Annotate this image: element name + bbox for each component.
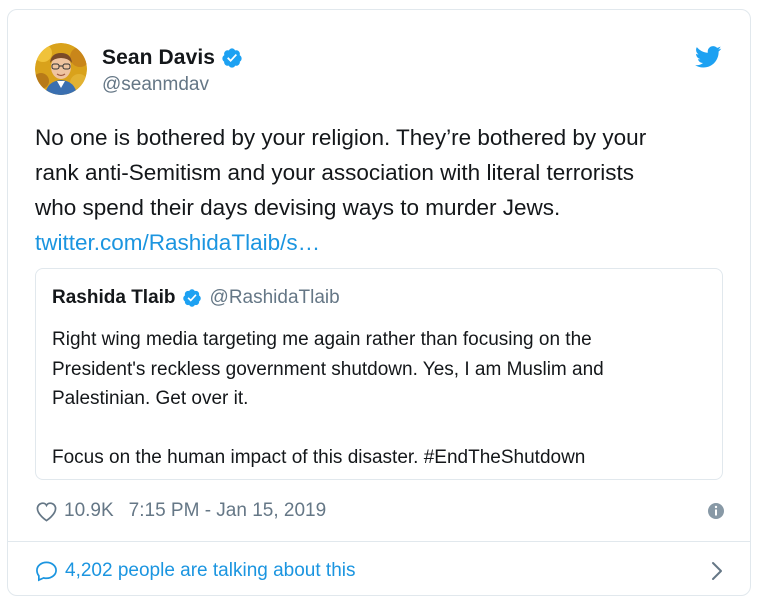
author-handle[interactable]: @seanmdav (102, 74, 209, 96)
tweet-text-line: rank anti-Semitism and your association … (35, 160, 634, 185)
quoted-tweet-header: Rashida Tlaib @RashidaTlaib (52, 286, 340, 310)
quoted-text-line: Focus on the human impact of this disast… (52, 447, 586, 468)
tweet-meta-row: 10.9K 7:15 PM - Jan 15, 2019 (35, 497, 725, 525)
tweet-text-line: No one is bothered by your religion. The… (35, 125, 647, 150)
quoted-tweet-text: Right wing media targeting me again rath… (52, 325, 712, 473)
tweet-text: No one is bothered by your religion. The… (35, 120, 725, 260)
quoted-author-handle: @RashidaTlaib (209, 287, 340, 308)
quoted-text-line: President's reckless government shutdown… (52, 358, 604, 380)
speech-bubble-icon (35, 560, 58, 582)
author-name-row[interactable]: Sean Davis (102, 45, 243, 71)
embedded-tweet-card: Sean Davis @seanmdav No one is bothered … (7, 9, 751, 596)
quoted-text-line (52, 414, 712, 444)
author-name[interactable]: Sean Davis (102, 46, 215, 70)
tweet-text-line: who spend their days devising ways to mu… (35, 195, 561, 220)
tweet-timestamp[interactable]: 7:15 PM - Jan 15, 2019 (129, 500, 327, 522)
heart-icon[interactable] (35, 501, 58, 522)
tweet-link[interactable]: twitter.com/RashidaTlaib/s… (35, 230, 320, 255)
verified-badge-icon (221, 47, 243, 69)
quoted-author-name: Rashida Tlaib (52, 287, 176, 308)
quoted-tweet[interactable]: Rashida Tlaib @RashidaTlaib Right wing m… (35, 268, 723, 480)
talking-about-text[interactable]: 4,202 people are talking about this (65, 560, 356, 582)
avatar[interactable] (35, 43, 87, 95)
avatar-photo (35, 43, 87, 95)
conversation-link[interactable]: 4,202 people are talking about this (35, 557, 725, 585)
info-icon[interactable] (707, 502, 725, 520)
quoted-text-line: Right wing media targeting me again rath… (52, 329, 592, 350)
divider (8, 541, 750, 542)
twitter-bird-icon[interactable] (694, 46, 722, 68)
chevron-right-icon[interactable] (711, 561, 723, 581)
quoted-text-line: Palestinian. Get over it. (52, 388, 249, 409)
like-count[interactable]: 10.9K (64, 500, 114, 522)
verified-badge-icon (182, 288, 202, 308)
